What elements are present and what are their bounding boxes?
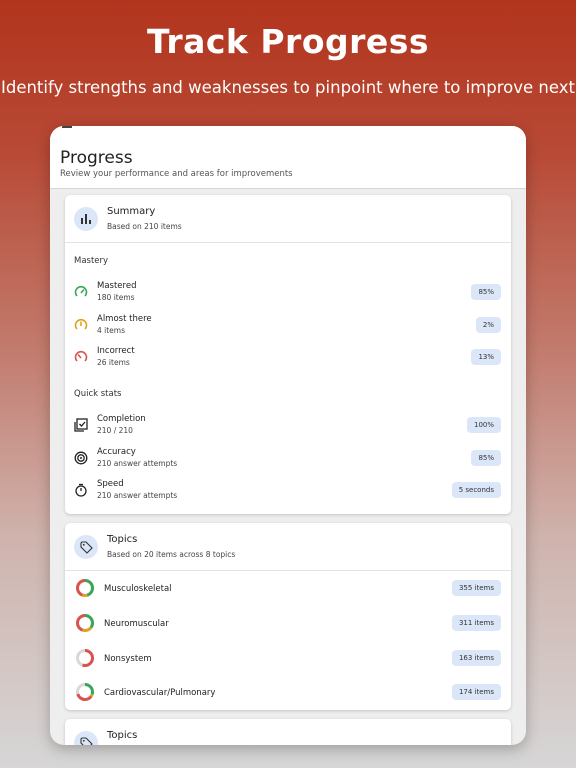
topic-donut-chart (76, 683, 94, 701)
app-header: Progress Review your performance and are… (50, 126, 526, 189)
topic-label: Neuromuscular (104, 619, 169, 629)
quick-row-label: Accuracy (97, 447, 136, 457)
mastery-row-incorrect[interactable]: Incorrect 26 items 13% (65, 343, 511, 371)
summary-card: Summary Based on 210 items Mastery Maste… (65, 195, 511, 514)
topic-label: Nonsystem (104, 654, 152, 664)
topics-title: Topics (107, 534, 138, 545)
topics-card-2-header: Topics (65, 719, 511, 745)
quick-row-sub: 210 answer attempts (97, 459, 178, 468)
mastery-row-label: Incorrect (97, 346, 135, 356)
quick-row-speed[interactable]: Speed 210 answer attempts 5 seconds (65, 476, 511, 504)
topics-card-header: Topics Based on 20 items across 8 topics (65, 523, 511, 571)
topic-row[interactable]: Musculoskeletal 355 items (65, 573, 511, 603)
mastery-row-value: 85% (471, 284, 501, 300)
quick-stats-label: Quick stats (74, 389, 122, 399)
mastery-row-value: 2% (475, 317, 501, 333)
mastery-row-mastered[interactable]: Mastered 180 items 85% (65, 278, 511, 306)
topic-count: 174 items (451, 684, 501, 700)
topic-row[interactable]: Nonsystem 163 items (65, 643, 511, 673)
gauge-low-icon (74, 350, 88, 362)
quick-row-completion[interactable]: Completion 210 / 210 100% (65, 411, 511, 439)
summary-card-header: Summary Based on 210 items (65, 195, 511, 243)
topic-label: Musculoskeletal (104, 584, 172, 594)
gauge-mid-icon (74, 318, 88, 330)
mastery-row-sub: 180 items (97, 293, 135, 302)
tag-icon (74, 731, 98, 745)
quick-row-sub: 210 / 210 (97, 426, 133, 435)
target-icon (74, 451, 88, 465)
summary-subtitle: Based on 210 items (107, 222, 182, 231)
quick-row-sub: 210 answer attempts (97, 491, 178, 500)
quick-row-label: Completion (97, 414, 146, 424)
tag-icon (74, 535, 98, 559)
topics-card: Topics Based on 20 items across 8 topics… (65, 523, 511, 710)
hero-title: Track Progress (146, 22, 430, 61)
hero-subtitle: Identify strengths and weaknesses to pin… (0, 78, 575, 97)
quick-row-value: 5 seconds (451, 482, 501, 498)
checklist-icon (74, 418, 88, 432)
topic-row[interactable]: Cardiovascular/Pulmonary 174 items (65, 677, 511, 707)
stopwatch-icon (75, 483, 87, 497)
mastery-label: Mastery (74, 256, 109, 266)
device-screen: Progress Review your performance and are… (50, 126, 526, 745)
topic-donut-chart (76, 649, 94, 667)
topics-subtitle: Based on 20 items across 8 topics (107, 550, 236, 559)
quick-row-label: Speed (97, 479, 124, 489)
mastery-row-value: 13% (471, 349, 501, 365)
quick-row-value: 100% (466, 417, 501, 433)
page-subtitle: Review your performance and areas for im… (60, 169, 293, 179)
topics-card-2: Topics (65, 719, 511, 745)
topic-label: Cardiovascular/Pulmonary (104, 688, 216, 698)
mastery-row-sub: 26 items (97, 358, 130, 367)
mastery-row-label: Mastered (97, 281, 137, 291)
mastery-row-label: Almost there (97, 314, 152, 324)
menu-icon[interactable] (62, 126, 72, 130)
mastery-row-sub: 4 items (97, 326, 126, 335)
topic-count: 163 items (451, 650, 501, 666)
topic-count: 311 items (451, 615, 501, 631)
bar-chart-icon (74, 207, 98, 231)
topics-2-title: Topics (107, 730, 138, 741)
mastery-row-almost[interactable]: Almost there 4 items 2% (65, 311, 511, 339)
gauge-high-icon (74, 285, 88, 297)
topic-donut-chart (76, 579, 94, 597)
topic-row[interactable]: Neuromuscular 311 items (65, 608, 511, 638)
quick-row-value: 85% (471, 450, 501, 466)
topic-donut-chart (76, 614, 94, 632)
page-title: Progress (60, 148, 133, 168)
summary-title: Summary (107, 206, 156, 217)
topic-count: 355 items (451, 580, 501, 596)
quick-row-accuracy[interactable]: Accuracy 210 answer attempts 85% (65, 444, 511, 472)
